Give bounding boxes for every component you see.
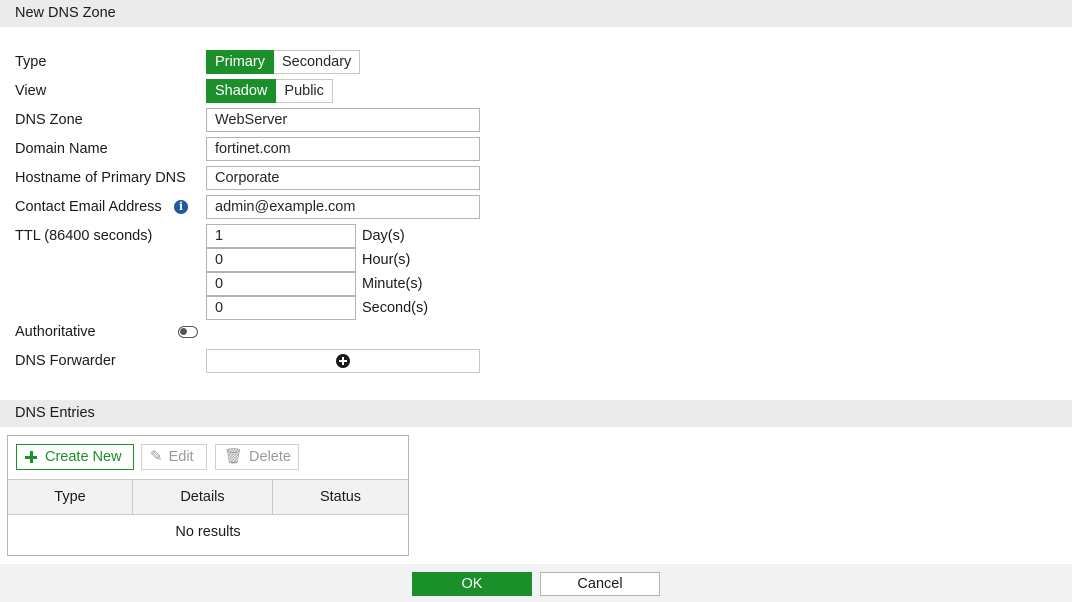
table-header: Type Details Status (8, 479, 408, 515)
type-selector: Primary Secondary (206, 50, 361, 74)
edit-button[interactable]: ✎ Edit (141, 444, 207, 470)
dns-forwarder-field[interactable] (206, 349, 480, 373)
column-header-status[interactable]: Status (273, 480, 408, 514)
edit-label: Edit (168, 449, 194, 465)
ttl-minutes-input[interactable] (206, 272, 356, 296)
delete-label: Delete (249, 449, 291, 465)
create-new-label: Create New (45, 449, 122, 465)
ttl-seconds-input[interactable] (206, 296, 356, 320)
toggle-knob (180, 328, 187, 335)
ttl-label: TTL (86400 seconds) (15, 228, 153, 244)
type-option-primary[interactable]: Primary (206, 50, 274, 74)
domain-name-input[interactable] (206, 137, 480, 161)
ttl-days-input[interactable] (206, 224, 356, 248)
pencil-icon: ✎ (150, 448, 163, 465)
create-new-button[interactable]: Create New (16, 444, 134, 470)
dns-zone-label: DNS Zone (15, 112, 83, 128)
ttl-minutes-unit: Minute(s) (362, 276, 423, 292)
authoritative-toggle[interactable] (178, 326, 198, 338)
plus-circle-icon[interactable] (336, 354, 350, 368)
primary-hostname-label: Hostname of Primary DNS (15, 170, 186, 186)
column-header-details[interactable]: Details (133, 480, 273, 514)
view-label: View (15, 83, 47, 99)
dns-forwarder-label: DNS Forwarder (15, 353, 116, 369)
ok-button[interactable]: OK (412, 572, 532, 596)
domain-name-label: Domain Name (15, 141, 108, 157)
empty-state-text: No results (175, 524, 241, 540)
contact-email-label: Contact Email Address (15, 199, 162, 215)
dns-entries-title: DNS Entries (0, 400, 1072, 427)
dialog-title: New DNS Zone (0, 0, 1072, 27)
info-icon[interactable]: i (174, 200, 188, 214)
type-label: Type (15, 54, 47, 70)
ttl-seconds-unit: Second(s) (362, 300, 429, 316)
trash-icon: 🗑 (224, 448, 244, 465)
type-option-secondary[interactable]: Secondary (273, 50, 361, 74)
primary-hostname-input[interactable] (206, 166, 480, 190)
delete-button[interactable]: 🗑 Delete (215, 444, 299, 470)
contact-email-input[interactable] (206, 195, 480, 219)
authoritative-label: Authoritative (15, 324, 96, 340)
view-option-shadow[interactable]: Shadow (206, 79, 277, 103)
dns-zone-input[interactable] (206, 108, 480, 132)
plus-icon (25, 451, 37, 463)
dns-entries-panel: Create New ✎ Edit 🗑 Delete Type Details … (7, 435, 409, 556)
dialog-footer (0, 564, 1072, 602)
view-selector: Shadow Public (206, 79, 333, 103)
view-option-public[interactable]: Public (276, 79, 333, 103)
ttl-hours-input[interactable] (206, 248, 356, 272)
column-header-type[interactable]: Type (8, 480, 133, 514)
ttl-hours-unit: Hour(s) (362, 252, 411, 268)
cancel-button[interactable]: Cancel (540, 572, 660, 596)
ttl-days-unit: Day(s) (362, 228, 405, 244)
